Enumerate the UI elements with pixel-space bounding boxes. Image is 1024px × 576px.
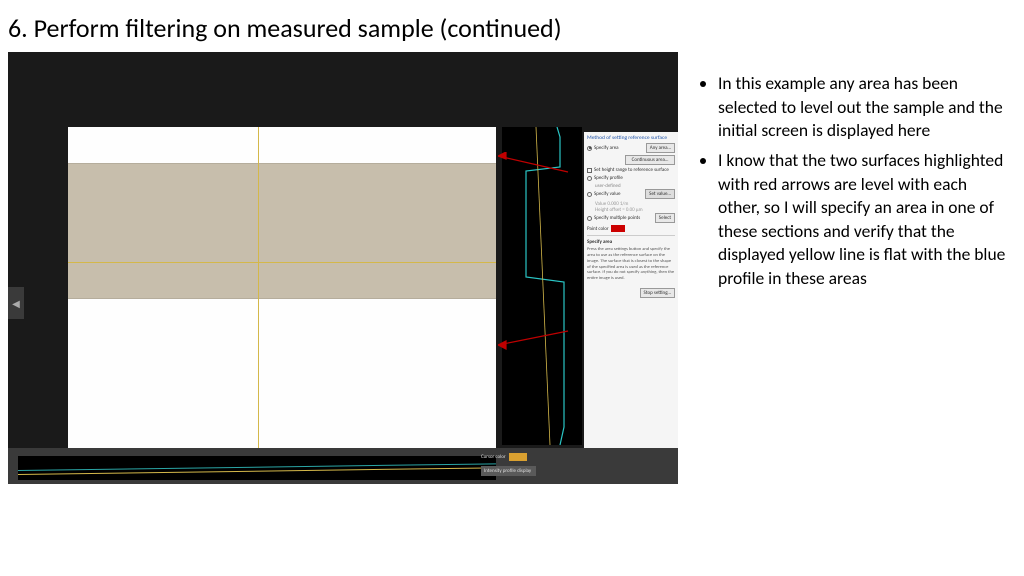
paint-color-swatch[interactable]	[611, 225, 625, 232]
continuous-area-button[interactable]: Continuous area…	[625, 155, 675, 165]
explanation-bullets: In this example any area has been select…	[696, 52, 1006, 484]
stop-setting-button[interactable]: Stop setting…	[640, 288, 675, 298]
reference-surface-panel: Method of setting reference surface Spec…	[584, 132, 678, 484]
paint-color-label: Paint color	[587, 226, 609, 232]
bottom-profile-plot	[18, 456, 496, 480]
expand-tab-icon: ◀	[8, 287, 24, 319]
radio-specify-area[interactable]	[587, 146, 592, 151]
crosshair-horizontal	[68, 262, 496, 263]
select-button[interactable]: Select	[655, 213, 675, 223]
red-arrow-top	[498, 152, 576, 176]
height-range-label: Set height range to reference surface	[594, 167, 669, 173]
bullet-1: In this example any area has been select…	[718, 72, 1006, 143]
any-area-button[interactable]: Any area…	[646, 143, 675, 153]
bullet-2: I know that the two surfaces highlighted…	[718, 149, 1006, 291]
panel-title: Method of setting reference surface	[587, 135, 675, 141]
sample-viewport	[68, 127, 496, 457]
radio-specify-profile[interactable]	[587, 176, 592, 181]
app-screenshot: ◀ Method of setting reference surface	[8, 52, 678, 484]
content-row: ◀ Method of setting reference surface	[0, 52, 1024, 484]
help-title: Specify area	[587, 239, 675, 245]
intensity-display-button[interactable]: Intensity profile display	[481, 466, 536, 476]
height-range-checkbox[interactable]	[587, 168, 592, 173]
red-arrow-bottom	[498, 327, 576, 351]
crosshair-vertical	[258, 127, 259, 457]
radio-multiple-points-label: Specify multiple points	[594, 215, 640, 221]
radio-multiple-points[interactable]	[587, 216, 592, 221]
separator	[587, 235, 675, 236]
radio-specify-value[interactable]	[587, 192, 592, 197]
cursor-color-label: Cursor color	[481, 454, 506, 460]
bottom-profile-strip: Cursor color Intensity profile display	[8, 448, 678, 484]
set-value-button[interactable]: Set value…	[645, 189, 675, 199]
cursor-color-row: Cursor color	[481, 452, 536, 462]
sample-channel-band	[68, 163, 496, 299]
radio-specify-value-label: Specify value	[594, 191, 620, 197]
slide-title: 6. Perform filtering on measured sample …	[0, 0, 1024, 52]
help-body: Press the area settings button and speci…	[587, 247, 675, 282]
radio-specify-area-label: Specify area	[594, 145, 619, 151]
radio-specify-profile-label: Specify profile	[594, 175, 623, 181]
